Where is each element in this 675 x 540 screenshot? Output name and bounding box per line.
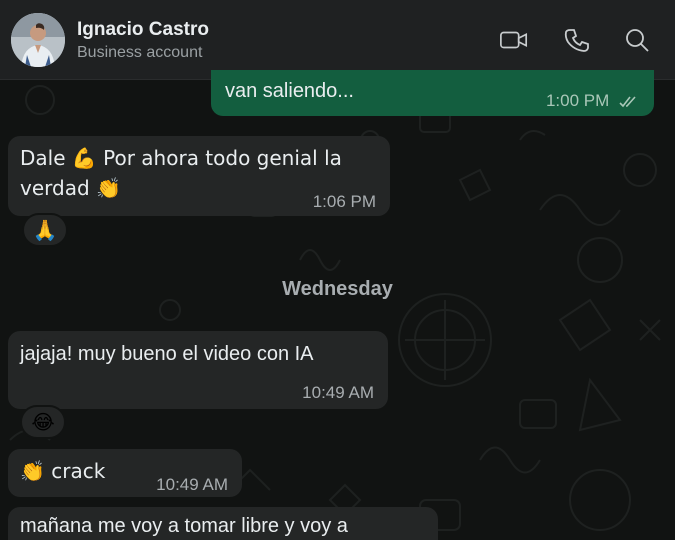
read-ticks-icon [619, 95, 636, 107]
message-text-line-2: verdad 👏 [20, 176, 121, 200]
message-text: 👏 crack [20, 459, 106, 483]
message-time: 10:49 AM [156, 475, 228, 494]
message-time: 1:00 PM [546, 86, 640, 116]
message-text: van saliendo... [225, 80, 354, 102]
search-button[interactable] [622, 27, 652, 53]
phone-icon [564, 29, 589, 52]
search-icon [626, 29, 649, 52]
message-incoming[interactable]: jajaja! muy bueno el video con IA 10:49 … [8, 331, 388, 409]
message-incoming[interactable]: Dale 💪 Por ahora todo genial la verdad 👏… [8, 136, 390, 216]
contact-avatar[interactable] [11, 13, 65, 67]
message-incoming[interactable]: 👏 crack 10:49 AM [8, 449, 242, 497]
message-reaction[interactable]: 🙏 [22, 213, 68, 247]
message-reaction[interactable]: 😂 [20, 405, 66, 439]
chat-window: Ignacio Castro Business account van sali… [0, 0, 675, 540]
contact-name[interactable]: Ignacio Castro [77, 19, 209, 41]
message-text: jajaja! muy bueno el video con IA [20, 343, 314, 365]
chat-header: Ignacio Castro Business account [0, 0, 675, 80]
video-call-button[interactable] [499, 27, 529, 53]
message-outgoing[interactable]: van saliendo... 1:00 PM [211, 70, 654, 116]
message-text-line-1: Dale 💪 Por ahora todo genial la [20, 146, 342, 170]
video-camera-icon [500, 31, 528, 49]
message-text: mañana me voy a tomar libre y voy a [20, 515, 348, 537]
message-incoming[interactable]: mañana me voy a tomar libre y voy a [8, 507, 438, 540]
contact-subtitle: Business account [77, 44, 203, 61]
day-divider: Wednesday [282, 278, 393, 300]
message-time: 10:49 AM [302, 383, 374, 402]
message-time: 1:06 PM [312, 192, 376, 211]
voice-call-button[interactable] [562, 27, 592, 53]
